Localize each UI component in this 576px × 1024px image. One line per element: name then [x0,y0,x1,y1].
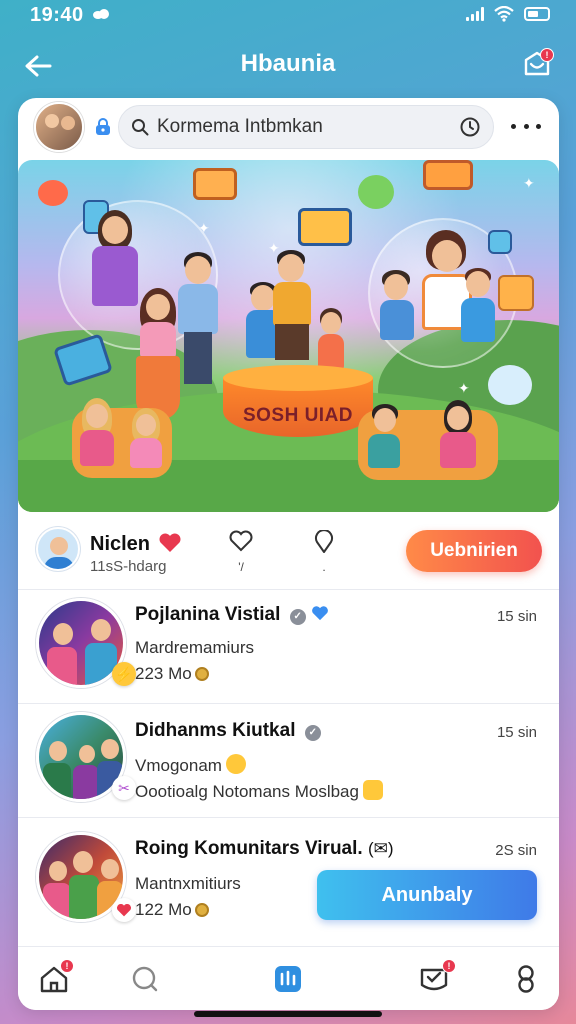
owner-avatar[interactable] [36,527,80,571]
list-item[interactable]: ⚡ Pojlanina Vistial ✓ Mardremamiurs 223 … [18,590,559,704]
item-subtitle: Mantnxmitiurs [135,874,241,893]
item-subtitle: Vmogonam [135,754,246,776]
home-indicator [194,1011,382,1017]
search-tab-icon [132,966,158,992]
home-badge: ! [60,959,74,973]
item-meta: Oootioalg Notomans Moslbag [135,780,383,802]
item-meta-text: Oootioalg Notomans Moslbag [135,782,359,801]
search-query: Kormema Intbmkan [157,116,323,137]
owner-name: Niclen [90,532,182,556]
item-title-text: Pojlanina Vistial [135,604,281,625]
join-button[interactable]: Uebnirien [406,530,542,572]
item-meta-text: 223 Mo [135,664,192,683]
lock-icon [94,117,112,137]
wifi-icon [494,6,514,22]
top-navigation: Hbaunia ! [0,40,576,90]
signal-icon [466,7,484,21]
group-avatar[interactable] [34,102,84,152]
create-icon [275,966,301,992]
item-meta: 122 Mo [135,900,209,920]
item-title: Pojlanina Vistial ✓ [135,604,329,626]
bottom-tab-bar: ! ! [18,946,559,1010]
heart-icon [159,533,181,552]
pedestal-label: SOSH UIAD [242,405,354,426]
like-count: '/ [238,560,244,574]
view-community-button[interactable]: Anunbaly [317,870,537,920]
item-badge: ⚡ [112,662,136,686]
card-header: Kormema Intbmkan [18,98,559,160]
inbox-badge: ! [442,959,456,973]
more-icon[interactable] [511,116,541,136]
heart-outline-icon [229,530,253,552]
item-title-text: Didhanms Kiutkal [135,720,296,741]
item-meta: 223 Mo [135,664,209,684]
battery-icon [524,7,550,21]
item-title: Roing Komunitars Virual. (✉) [135,838,394,860]
status-time: 19:40 [30,4,84,26]
item-meta-text: 122 Mo [135,900,192,919]
coin-icon [194,667,209,681]
item-title-text: Roing Komunitars Virual. [135,838,363,859]
location-button[interactable] [309,529,339,559]
item-badge: ✂ [112,776,136,800]
owner-row: Niclen 11sS-hdarg '/ . Uebnirien [18,512,559,590]
tab-inbox[interactable]: ! [414,959,456,999]
item-time: 15 sin [496,724,537,741]
item-title: Didhanms Kiutkal ✓ [135,720,321,742]
tab-home[interactable]: ! [34,959,74,999]
tab-profile[interactable] [506,959,546,999]
owner-name-text: Niclen [90,533,151,555]
tab-search[interactable] [125,959,165,999]
owner-subtitle: 11sS-hdarg [90,558,167,575]
heart-icon [312,606,328,621]
list-item[interactable]: Roing Komunitars Virual. (✉) Mantnxmitiu… [18,818,559,946]
notification-button[interactable]: ! [518,46,556,84]
notification-badge: ! [540,48,554,62]
page-title: Hbaunia [240,50,336,77]
coin-icon [194,903,209,917]
profile-icon [518,965,534,993]
item-time: 2S sin [495,842,537,859]
emoji-icon [225,754,246,774]
item-time: 15 sin [496,608,537,625]
like-button[interactable] [226,530,256,557]
cloud-icon [93,9,109,19]
item-subtitle-text: Vmogonam [135,756,222,775]
item-badge [112,898,136,922]
item-subtitle: Mardremamiurs [135,638,255,657]
status-bar: 19:40 [0,0,576,30]
verified-icon: ✓ [289,609,306,625]
community-card: Kormema Intbmkan ✦ ✦ ✦ ✦ ✦ [18,98,559,1010]
emoji-icon [362,780,383,800]
pin-icon [315,529,333,553]
hero-illustration: ✦ ✦ ✦ ✦ ✦ [18,160,559,512]
search-icon [132,119,149,136]
item-title-suffix: (✉) [367,839,394,858]
verified-icon: ✓ [304,725,321,741]
refresh-icon[interactable] [459,116,481,138]
search-input[interactable]: Kormema Intbmkan [118,105,494,149]
location-count: . [322,560,326,574]
pedestal: SOSH UIAD [223,365,373,437]
status-indicators [466,6,550,22]
tab-create[interactable] [268,959,308,999]
list-item[interactable]: ✂ Didhanms Kiutkal ✓ Vmogonam Oootioalg … [18,704,559,818]
